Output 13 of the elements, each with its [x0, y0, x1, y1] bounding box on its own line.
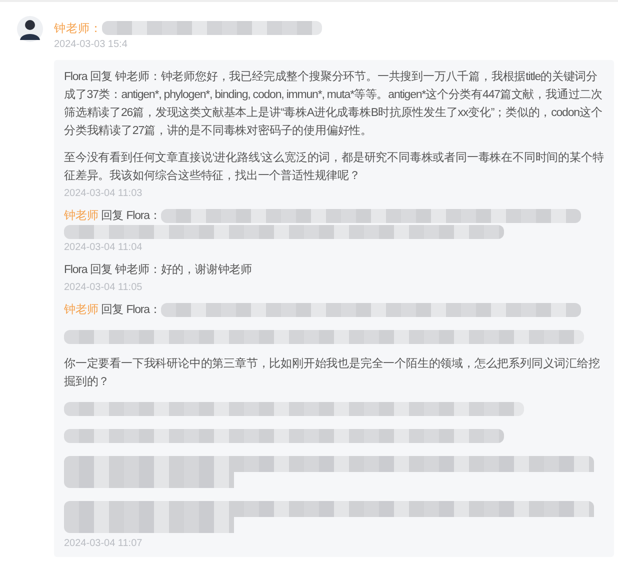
- reply-text: 你一定要看一下我科研论中的第三章节，比如刚开始我也是完全一个陌生的领域，怎么把系列同义词汇给挖掘到的？: [64, 358, 600, 388]
- reply-header: 钟老师 回复 Flora：: [64, 208, 161, 224]
- timestamp: 2024-03-04 11:03: [64, 187, 144, 201]
- author-name[interactable]: 钟老师：: [54, 20, 102, 36]
- timestamp: 2024-03-04 11:04: [64, 241, 144, 255]
- avatar: [17, 16, 43, 42]
- reply-text: Flora 回复 钟老师：好的，谢谢钟老师: [64, 264, 252, 276]
- reply-header: 钟老师 回复 Flora：: [64, 302, 161, 318]
- reply-text: Flora 回复 钟老师：钟老师您好，我已经完成整个搜聚分环节。一共搜到一万八千篇，我根据title的关键词分成了37类：antigen*, phylogen*, binding, codon, immun*, muta*等等。antigen*这个分类有447篇文献，我通过二次筛选精读了26篇，发现这类文献基本上是讲“毒株A进化成毒株B时抗原性发生了xx变化”；类似的，codon这个分类我精读了27篇，讲的是不同毒株对密码子的使用偏好性。: [64, 71, 603, 137]
- timestamp: 2024-03-04 11:07: [64, 537, 144, 551]
- timestamp: 2024-03-04 11:05: [64, 281, 144, 295]
- reply-text: 至今没有看到任何文章直接说‘进化路线’这么宽泛的词，都是研究不同毒株或者同一毒株在不同时间的某个特征差异。我该如何综合这些特征，找出一个普适性规律呢？: [64, 152, 604, 182]
- timestamp: 2024-03-03 15:4: [54, 38, 128, 52]
